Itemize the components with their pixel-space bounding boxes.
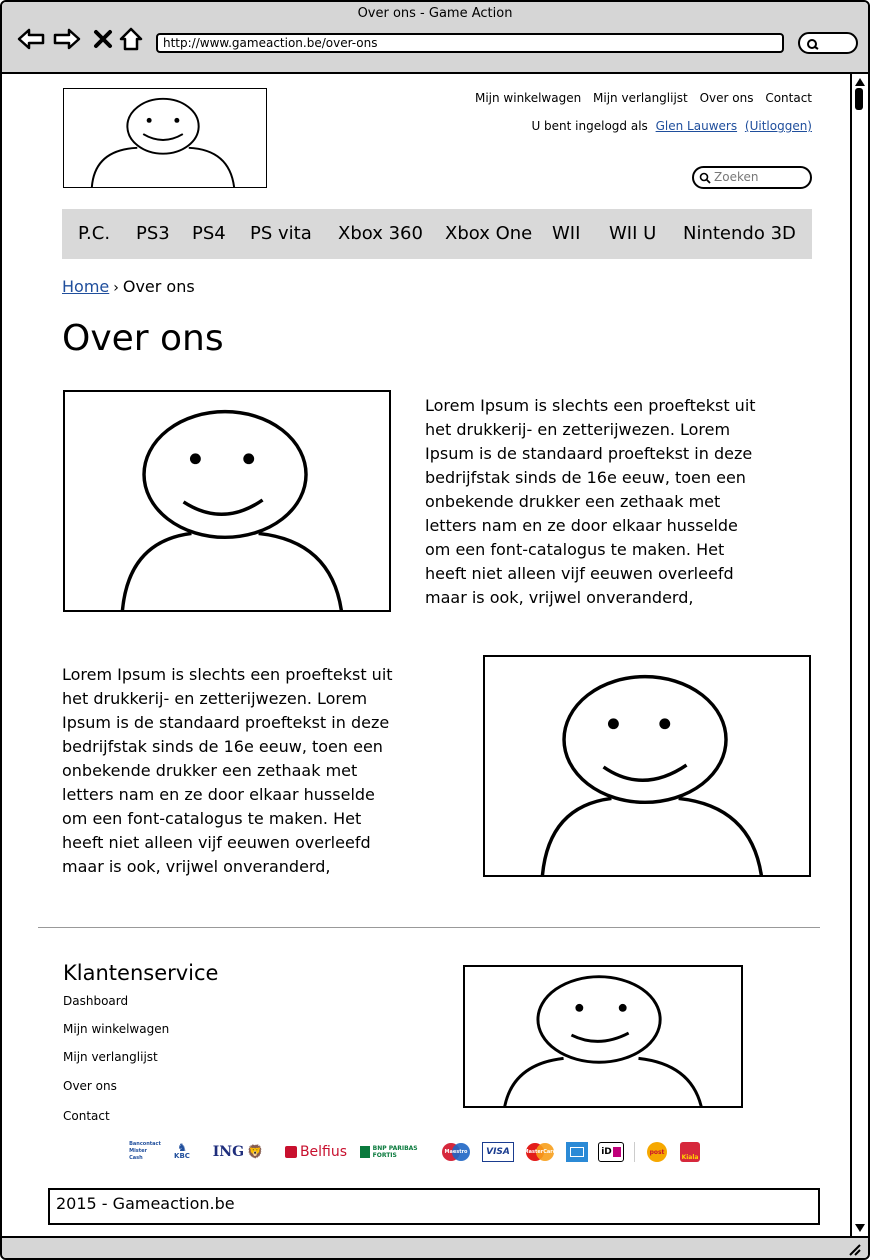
nav-item-pc[interactable]: P.C. — [78, 223, 110, 244]
bnp-paribas-fortis-logo: BNP PARIBAS FORTIS — [360, 1142, 430, 1162]
mastercard-logo: MasterCard — [524, 1142, 556, 1162]
nav-item-nintendo-3d[interactable]: Nintendo 3D — [683, 223, 796, 244]
paragraph-2-line: maar is ook, vrijwel onveranderd, — [62, 857, 331, 876]
payment-separator — [634, 1142, 635, 1162]
kbc-logo: ♞ KBC — [174, 1141, 190, 1160]
nav-item-xbox-one[interactable]: Xbox One — [445, 223, 532, 244]
nav-item-wii-u[interactable]: WII U — [609, 223, 656, 244]
bancontact-logo: Bancontact Mister Cash — [129, 1141, 161, 1161]
nav-item-ps-vita[interactable]: PS vita — [250, 223, 312, 244]
nav-item-ps4[interactable]: PS4 — [192, 223, 226, 244]
content-image-2 — [483, 655, 811, 877]
copyright-bar: 2015 - Gameaction.be — [48, 1188, 820, 1225]
scroll-down-icon[interactable] — [854, 1223, 866, 1233]
breadcrumb-home[interactable]: Home — [62, 277, 109, 296]
paragraph-1: Lorem Ipsum is slechts een proeftekst ui… — [425, 394, 815, 610]
top-link-winkelwagen[interactable]: Mijn winkelwagen — [475, 91, 581, 105]
footer-title: Klantenservice — [63, 961, 219, 985]
breadcrumb: Home › Over ons — [62, 277, 195, 296]
paragraph-2-line: om een font-catalogus te maken. Het — [62, 809, 362, 828]
payment-methods: Bancontact Mister Cash ♞ KBC ING 🦁 Belfius… — [129, 1140, 701, 1164]
footer-divider — [38, 927, 820, 928]
paragraph-1-line: Lorem Ipsum is slechts een proeftekst ui… — [425, 396, 756, 415]
paragraph-2-line: het drukkerij- en zetterijwezen. Lorem — [62, 689, 368, 708]
paragraph-1-line: om een font-catalogus te maken. Het — [425, 540, 725, 559]
nav-item-xbox-360[interactable]: Xbox 360 — [338, 223, 423, 244]
american-express-logo — [566, 1142, 588, 1162]
footer-link-contact[interactable]: Contact — [63, 1109, 110, 1123]
paragraph-1-line: het drukkerij- en zetterijwezen. Lorem — [425, 420, 731, 439]
resize-grip-icon[interactable] — [846, 1242, 862, 1256]
ideal-logo: iD — [598, 1142, 624, 1162]
paragraph-2-line: letters nam en ze door elkaar husselde — [62, 785, 375, 804]
vertical-scrollbar[interactable] — [850, 74, 868, 1236]
post-logo: post — [645, 1142, 669, 1162]
breadcrumb-current: Over ons — [122, 277, 195, 296]
paragraph-1-line: onbekende drukker een zethaak met — [425, 492, 721, 511]
window-title: Over ons - Game Action — [357, 6, 513, 21]
paragraph-2-line: onbekende drukker een zethaak met — [62, 761, 358, 780]
site-search-input[interactable]: Zoeken — [692, 166, 812, 189]
site-logo[interactable] — [63, 88, 267, 188]
back-icon[interactable] — [16, 24, 46, 54]
paragraph-2-line: Lorem Ipsum is slechts een proeftekst ui… — [62, 665, 393, 684]
top-link-verlanglijst[interactable]: Mijn verlanglijst — [593, 91, 688, 105]
logout-link[interactable]: (Uitloggen) — [745, 119, 812, 133]
paragraph-1-line: heeft niet alleen vijf eeuwen overleefd — [425, 564, 734, 583]
paragraph-1-line: letters nam en ze door elkaar husselde — [425, 516, 738, 535]
ing-logo: ING 🦁 — [212, 1144, 264, 1160]
paragraph-1-line: Ipsum is de standaard proeftekst in deze — [425, 444, 753, 463]
footer-link-dashboard[interactable]: Dashboard — [63, 994, 128, 1008]
top-link-over-ons[interactable]: Over ons — [700, 91, 754, 105]
footer-link-winkelwagen[interactable]: Mijn winkelwagen — [63, 1022, 169, 1036]
address-bar[interactable]: http://www.gameaction.be/over-ons — [156, 33, 784, 53]
status-bar — [2, 1236, 868, 1258]
login-status: U bent ingelogd als Glen Lauwers (Uitlog… — [402, 119, 812, 133]
main-nav: P.C. PS3 PS4 PS vita Xbox 360 Xbox One W… — [62, 209, 812, 259]
stop-icon[interactable] — [88, 24, 118, 54]
browser-chrome: Over ons - Game Action http://www.gameac… — [2, 2, 868, 74]
visa-logo: VISA — [482, 1142, 514, 1162]
search-icon — [807, 39, 819, 50]
login-prefix: U bent ingelogd als — [531, 119, 648, 133]
user-name-link[interactable]: Glen Lauwers — [656, 119, 737, 133]
paragraph-2-line: bedrijfstak sinds de 16e eeuw, toen een — [62, 737, 383, 756]
belfius-logo: Belfius — [282, 1142, 350, 1162]
paragraph-1-line: maar is ook, vrijwel onveranderd, — [425, 588, 694, 607]
nav-item-ps3[interactable]: PS3 — [136, 223, 170, 244]
footer-image — [463, 965, 743, 1108]
kiala-logo: Kiala — [679, 1142, 701, 1162]
search-placeholder: Zoeken — [714, 170, 759, 184]
browser-search-field[interactable] — [798, 32, 858, 54]
paragraph-2-line: Ipsum is de standaard proeftekst in deze — [62, 713, 390, 732]
browser-window: Over ons - Game Action http://www.gameac… — [0, 0, 870, 1260]
nav-item-wii[interactable]: WII — [552, 223, 580, 244]
top-link-contact[interactable]: Contact — [765, 91, 812, 105]
paragraph-2: Lorem Ipsum is slechts een proeftekst ui… — [62, 663, 462, 879]
scroll-thumb[interactable] — [855, 88, 863, 110]
search-icon — [699, 172, 711, 184]
page-title: Over ons — [62, 318, 224, 359]
paragraph-1-line: bedrijfstak sinds de 16e eeuw, toen een — [425, 468, 746, 487]
footer-link-verlanglijst[interactable]: Mijn verlanglijst — [63, 1050, 158, 1064]
content-image-1 — [63, 390, 391, 612]
top-links: Mijn winkelwagen Mijn verlanglijst Over … — [402, 91, 812, 105]
footer-link-over-ons[interactable]: Over ons — [63, 1079, 117, 1093]
maestro-logo: Maestro — [440, 1142, 472, 1162]
chevron-right-icon: › — [113, 280, 119, 296]
home-icon[interactable] — [116, 24, 146, 54]
scroll-up-icon[interactable] — [854, 77, 866, 87]
paragraph-2-line: heeft niet alleen vijf eeuwen overleefd — [62, 833, 371, 852]
forward-icon[interactable] — [52, 24, 82, 54]
